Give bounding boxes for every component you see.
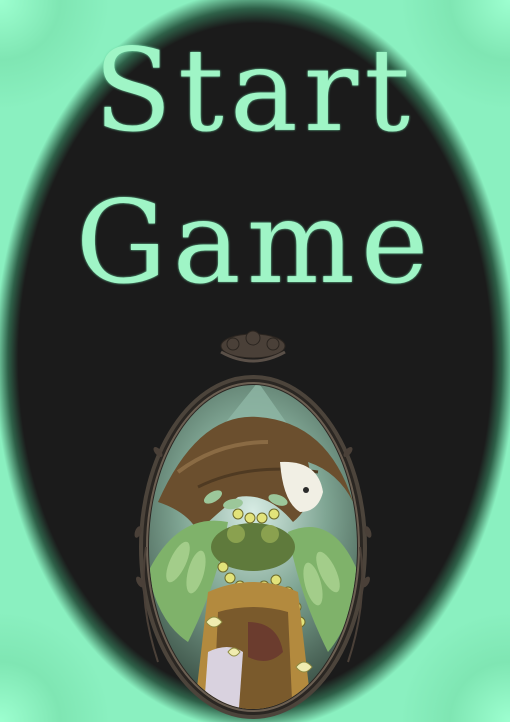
character-portrait [118, 322, 388, 722]
start-game-title-start[interactable]: Start [0, 34, 510, 148]
forest-spirit-icon [134, 330, 372, 719]
start-game-title-game[interactable]: Game [0, 186, 510, 300]
start-screen: Start Game [0, 0, 510, 722]
frame-crest [220, 330, 286, 363]
